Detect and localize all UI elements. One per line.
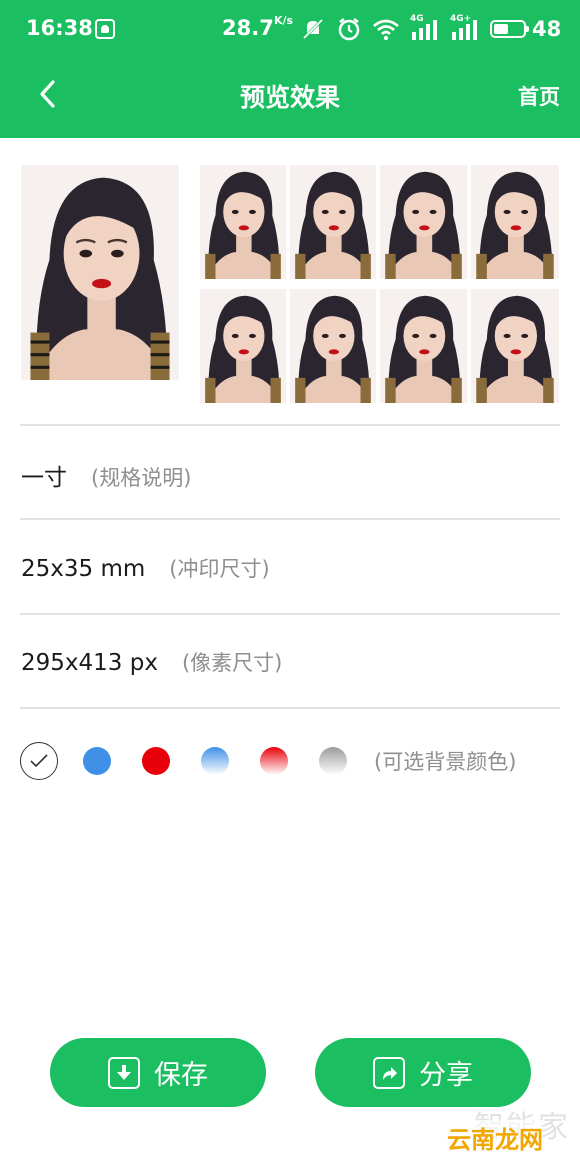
share-button[interactable]: 分享 [315,1038,531,1107]
wifi-icon [372,17,400,41]
battery-indicator: 48 [490,17,561,41]
alarm-icon [336,16,362,42]
share-label: 分享 [419,1060,473,1091]
large-photo [21,165,179,380]
swatch-blue-gradient[interactable] [201,747,229,775]
portrait-image [200,289,286,403]
pixel-size: 295x413 px [21,650,158,676]
network-speed: 28.7 [222,16,274,40]
small-photo [471,165,559,279]
swatch-red-gradient[interactable] [260,747,288,775]
notification-icon [95,19,115,39]
small-photo [200,289,286,403]
background-color-picker: (可选背景颜色) [20,742,516,780]
portrait-image [200,165,286,279]
signal-icon-2: 4G+ [450,14,480,42]
save-button[interactable]: 保存 [50,1038,266,1107]
save-label: 保存 [154,1060,208,1091]
portrait-image [290,165,376,279]
small-photo [200,165,286,279]
small-photo [380,289,467,403]
small-photo [290,165,376,279]
portrait-image [380,165,467,279]
swatch-gray-gradient[interactable] [319,747,347,775]
divider [20,518,560,520]
swatch-hint: (可选背景颜色) [374,750,517,774]
spec-name-hint: (规格说明) [91,466,192,490]
status-bar: 16:38 28.7 K/s 4G 4G+ 48 [0,0,580,60]
swatch-blue[interactable] [83,747,111,775]
portrait-image [471,165,559,279]
portrait-image [21,165,179,380]
small-photo [380,165,467,279]
spec-name-row: 一寸 (规格说明) [21,458,191,492]
print-size: 25x35 mm [21,556,146,582]
status-time: 16:38 [26,16,93,40]
battery-level: 48 [532,17,562,41]
portrait-image [471,289,559,403]
swatch-red[interactable] [142,747,170,775]
network-speed-unit: K/s [274,14,294,27]
pixel-size-hint: (像素尺寸) [181,651,283,675]
portrait-image [290,289,376,403]
signal-icon-1: 4G [410,14,440,42]
nav-bar: 预览效果 首页 [0,60,580,138]
watermark-logo: 云南龙网 [447,1120,543,1155]
portrait-image [380,289,467,403]
page-title: 预览效果 [239,83,340,112]
battery-icon [490,20,529,38]
swatch-white[interactable] [20,742,58,780]
divider [20,424,560,426]
print-size-row: 25x35 mm (冲印尺寸) [21,553,270,583]
pixel-size-row: 295x413 px (像素尺寸) [21,647,282,677]
print-size-hint: (冲印尺寸) [169,557,270,581]
mute-icon [300,16,326,42]
app-header: 16:38 28.7 K/s 4G 4G+ 48 预览效果 首页 [0,0,580,138]
check-icon [30,754,48,768]
spec-name: 一寸 [21,465,67,491]
home-link[interactable]: 首页 [518,81,560,111]
download-icon [108,1056,140,1089]
small-photo [290,289,376,403]
share-icon [373,1056,405,1089]
divider [20,707,560,709]
small-photo [471,289,559,403]
status-icons: 4G 4G+ 48 [300,14,561,44]
divider [20,613,560,615]
